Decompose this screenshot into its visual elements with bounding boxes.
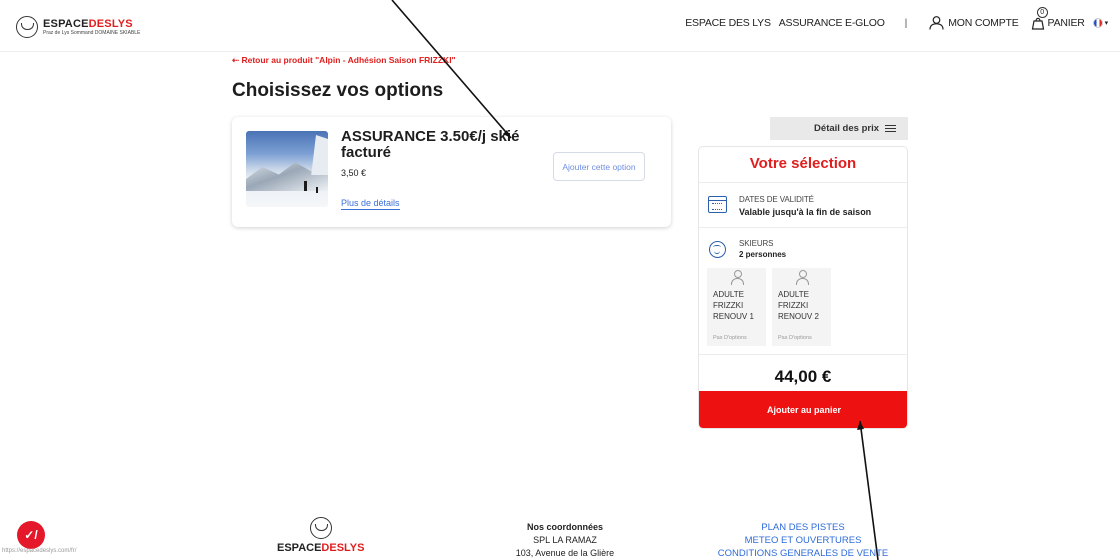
cart-bag-icon [1031, 17, 1044, 30]
language-selector[interactable]: ▾ [1092, 18, 1109, 28]
french-flag-icon [1092, 18, 1103, 28]
site-logo[interactable]: ESPACEDESLYS Praz de Lys Sommand DOMAINE… [16, 16, 140, 38]
logo-title: ESPACEDESLYS [43, 17, 133, 30]
footer-link-terms[interactable]: CONDITIONS GENERALES DE VENTE [714, 547, 892, 560]
skiers-row: SKIEURS 2 personnes ADULTE FRIZZKI RENOU… [699, 228, 907, 355]
footer-logo[interactable]: ESPACEDESLYS [277, 517, 364, 554]
option-image [246, 131, 328, 207]
menu-icon [885, 125, 896, 132]
account-label: MON COMPTE [948, 17, 1019, 29]
skier-options: Pas D'options [713, 335, 747, 341]
skier-face-icon [709, 241, 726, 258]
footer-link-piste-map[interactable]: PLAN DES PISTES [714, 521, 892, 534]
logo-subtitle: Praz de Lys Sommand DOMAINE SKIABLE [43, 29, 141, 36]
logo-icon [309, 517, 332, 539]
footer-link-weather[interactable]: METEO ET OUVERTURES [714, 534, 892, 547]
validity-row: DATES DE VALIDITÉ Valable jusqu'à la fin… [699, 183, 907, 228]
chevron-down-icon: ▾ [1104, 20, 1109, 27]
cart-link[interactable]: 0 PANIER [1031, 7, 1085, 30]
footer-links: PLAN DES PISTES METEO ET OUVERTURES COND… [714, 521, 892, 560]
account-link[interactable]: MON COMPTE [929, 16, 1019, 30]
skiers-label: SKIEURS [739, 239, 774, 248]
price-detail-label: Détail des prix [814, 123, 879, 134]
skier-options: Pas D'options [778, 335, 812, 341]
user-icon [929, 16, 944, 30]
nav-assurance-egloo[interactable]: ASSURANCE E-GLOO [779, 17, 885, 29]
option-card: ASSURANCE 3.50€/j skié facturé 3,50 € Pl… [232, 117, 671, 227]
validity-label: DATES DE VALIDITÉ [739, 195, 814, 204]
option-price: 3,50 € [341, 168, 367, 178]
page-title: Choisissez vos options [232, 80, 444, 101]
selection-panel: Votre sélection DATES DE VALIDITÉ Valabl… [698, 146, 908, 429]
option-title: ASSURANCE 3.50€/j skié facturé [341, 128, 520, 161]
annotation-arrows [391, 0, 879, 560]
person-icon [796, 270, 809, 285]
validity-value: Valable jusqu'à la fin de saison [739, 207, 872, 217]
cart-label: PANIER [1047, 17, 1085, 29]
skier-name: ADULTE FRIZZKI RENOUV 2 [778, 290, 819, 321]
chat-button[interactable]: ✓/ [17, 521, 45, 549]
skiers-count: 2 personnes [739, 250, 787, 259]
footer-contact-heading: Nos coordonnées [526, 522, 603, 532]
skier-card: ADULTE FRIZZKI RENOUV 1 Pas D'options [707, 268, 766, 346]
selection-title: Votre sélection [699, 147, 907, 183]
site-header: ESPACEDESLYS Praz de Lys Sommand DOMAINE… [0, 0, 1120, 52]
footer-brand: ESPACEDESLYS [277, 542, 365, 554]
logo-icon [16, 16, 38, 38]
option-details-link[interactable]: Plus de détails [341, 198, 400, 210]
add-to-cart-button[interactable]: Ajouter au panier [699, 391, 907, 428]
footer-contact-line: 103, Avenue de la Glière [515, 548, 615, 558]
status-bar-url: https://espacedeslys.com/fr/ [2, 548, 77, 554]
skier-card: ADULTE FRIZZKI RENOUV 2 Pas D'options [772, 268, 831, 346]
add-option-button[interactable]: Ajouter cette option [553, 152, 645, 181]
nav-separator: | [904, 17, 908, 29]
nav-espace-des-lys[interactable]: ESPACE DES LYS [685, 17, 771, 29]
main-nav: ESPACE DES LYS ASSURANCE E-GLOO | MON CO… [677, 7, 1109, 30]
back-to-product-link[interactable]: ⇠ Retour au produit "Alpin - Adhésion Sa… [232, 55, 456, 66]
total-price: 44,00 € [774, 367, 832, 386]
person-icon [731, 270, 744, 285]
footer-contact: Nos coordonnées SPL LA RAMAZ 103, Avenue… [505, 521, 625, 560]
skier-list: ADULTE FRIZZKI RENOUV 1 Pas D'options AD… [707, 268, 831, 346]
footer-contact-line: SPL LA RAMAZ [533, 535, 597, 545]
price-detail-toggle[interactable]: Détail des prix [770, 117, 908, 140]
skier-name: ADULTE FRIZZKI RENOUV 1 [713, 290, 754, 321]
calendar-icon [708, 196, 727, 213]
cart-count-badge: 0 [1036, 7, 1048, 18]
